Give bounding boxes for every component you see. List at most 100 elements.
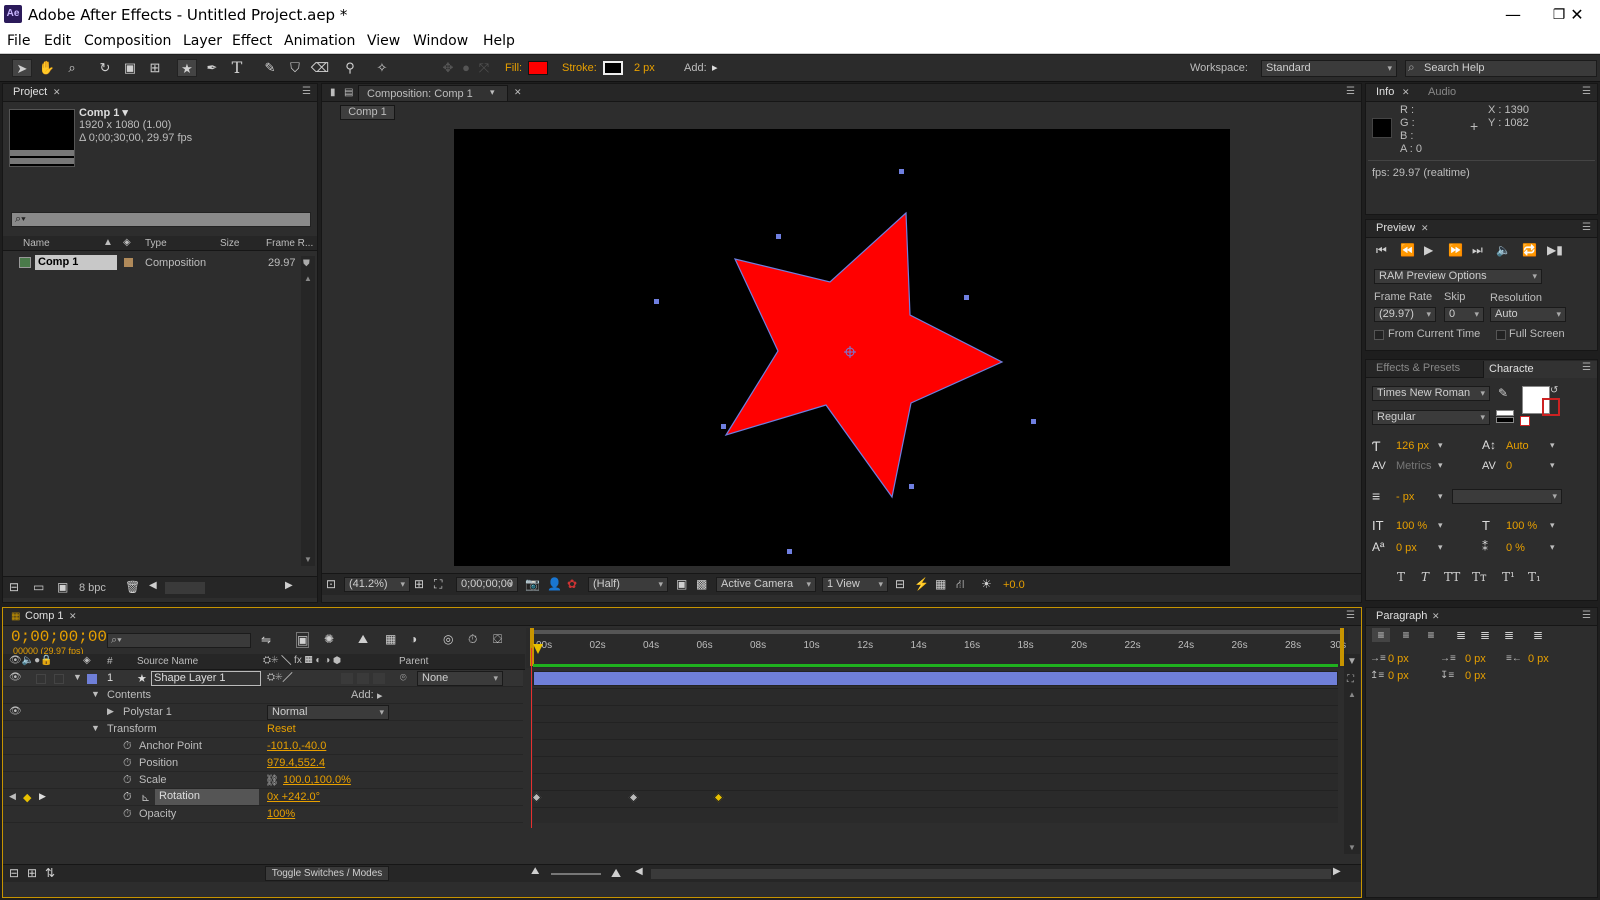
view-layout-dropdown[interactable]: 1 View <box>822 577 888 592</box>
chevron-down-icon[interactable]: ▾ <box>1550 440 1555 451</box>
justify-last-left-icon[interactable]: ≣ <box>1452 628 1470 642</box>
comp-name[interactable]: Comp 1 ▾ <box>79 106 128 119</box>
indent-left-value[interactable]: 0 px <box>1388 653 1409 665</box>
reset-exposure-icon[interactable]: ☀ <box>981 577 992 591</box>
col-name[interactable]: Name <box>23 238 50 249</box>
tsume-value[interactable]: 0 % <box>1506 542 1525 554</box>
scroll-right-icon[interactable]: ▶ <box>285 580 293 591</box>
faux-italic-button[interactable]: T <box>1421 570 1429 584</box>
type-icon[interactable]: T <box>227 59 247 77</box>
vertex-handle[interactable] <box>1031 419 1036 424</box>
keyframe-diamond[interactable] <box>714 792 724 803</box>
layer-row[interactable]: 👁 ▼ 1 ★ Shape Layer 1 ⛭✳╱ ⌾ None <box>3 670 523 687</box>
vertex-handle[interactable] <box>899 169 904 174</box>
last-frame-icon[interactable]: ⏭ <box>1472 243 1483 258</box>
menu-window[interactable]: Window <box>413 33 468 49</box>
stopwatch-icon[interactable]: ⏱ <box>123 757 132 770</box>
tracking-value[interactable]: 0 <box>1506 460 1512 472</box>
eye-icon[interactable]: 👁 <box>9 672 22 683</box>
project-scrollbar[interactable]: ⛊ ▲ ▼ <box>301 256 315 566</box>
bpc-label[interactable]: 8 bpc <box>79 582 106 594</box>
play-icon[interactable]: ▶ <box>1424 243 1433 257</box>
motion-blur-icon[interactable]: ◑ <box>410 632 417 646</box>
horizontal-scale-value[interactable]: 100 % <box>1506 520 1537 532</box>
eye-icon[interactable]: 👁 <box>9 706 22 717</box>
selection-icon[interactable]: ➤ <box>12 59 32 77</box>
table-row[interactable]: Comp 1 Composition 29.97 <box>3 254 303 271</box>
fast-previews-icon[interactable]: ⚡ <box>914 577 929 591</box>
timeline-scrollbar[interactable]: ▼ ⛶ ▲ ▼ <box>1344 654 1360 854</box>
property-name-selected[interactable]: Rotation <box>155 789 259 805</box>
constrain-proportions-icon[interactable]: ⛓ <box>265 774 279 787</box>
ram-preview-options-dropdown[interactable]: RAM Preview Options <box>1374 269 1542 284</box>
panel-menu-icon[interactable]: ☰ <box>1346 610 1355 621</box>
subscript-button[interactable]: T₁ <box>1528 570 1541 584</box>
panel-menu-icon[interactable]: ☰ <box>1582 86 1591 97</box>
hide-shy-layers-icon[interactable]: ⛰ <box>358 632 368 647</box>
tab-character[interactable]: Characte <box>1483 361 1597 378</box>
zoom-in-icon[interactable]: ⛰ <box>611 866 621 881</box>
close-tab-icon[interactable]: ✕ <box>514 87 522 98</box>
auto-keyframe-icon[interactable]: ⛋ <box>493 632 502 647</box>
panel-menu-icon[interactable]: ☰ <box>1582 362 1591 373</box>
vertex-handle[interactable] <box>787 549 792 554</box>
expand-transfer-controls-icon[interactable]: ⊞ <box>27 866 37 880</box>
next-keyframe-icon[interactable]: ▶ <box>39 791 46 802</box>
tab-paragraph[interactable]: Paragraph <box>1376 610 1427 622</box>
chevron-down-icon[interactable]: ▾ <box>1550 460 1555 471</box>
menu-edit[interactable]: Edit <box>44 33 71 49</box>
always-preview-icon[interactable]: ⊡ <box>326 577 336 591</box>
menu-help[interactable]: Help <box>483 33 515 49</box>
playhead-line[interactable] <box>531 648 532 828</box>
comp-button-icon[interactable]: ⛶ <box>1347 674 1354 685</box>
tab-audio[interactable]: Audio <box>1428 86 1456 98</box>
horizontal-scrollbar[interactable] <box>165 582 205 594</box>
tab-info[interactable]: Info <box>1376 86 1394 98</box>
item-name[interactable]: Comp 1 <box>35 255 117 270</box>
brush-icon[interactable]: ✎ <box>260 59 280 77</box>
comp-viewer[interactable] <box>454 129 1230 566</box>
tab-composition[interactable]: Composition: Comp 1 ▾ <box>358 85 508 101</box>
zoom-icon[interactable]: ⌕ <box>62 59 82 77</box>
star-shape-icon[interactable]: ★ <box>177 59 197 77</box>
property-value[interactable]: -101.0,-40.0 <box>267 740 326 752</box>
add-menu-icon[interactable]: ▸ <box>377 689 383 702</box>
layer-switches-icons[interactable]: ⛭✳╱ <box>267 672 293 683</box>
from-current-time-checkbox[interactable] <box>1374 330 1384 340</box>
add-menu-icon[interactable]: ▸ <box>712 61 718 74</box>
eyedropper-icon[interactable]: ✎ <box>1498 386 1508 400</box>
hand-icon[interactable]: ✋ <box>37 59 57 77</box>
safe-zones-icon[interactable]: ⊞ <box>414 577 424 591</box>
polystar-label[interactable]: Polystar 1 <box>123 706 172 718</box>
scroll-right-icon[interactable]: ▶ <box>1333 866 1341 877</box>
playhead-handle[interactable] <box>533 644 543 654</box>
stroke-color-swatch[interactable] <box>1542 398 1560 416</box>
space-after-value[interactable]: 0 px <box>1465 670 1486 682</box>
close-icon[interactable]: ✕ <box>1554 3 1600 27</box>
add-keyframe-icon[interactable]: ◆ <box>23 791 31 804</box>
chevron-down-icon[interactable]: ▾ <box>1438 542 1443 553</box>
transparency-grid-icon[interactable]: ▩ <box>696 577 707 591</box>
menu-effect[interactable]: Effect <box>232 33 272 49</box>
snapshot-camera-icon[interactable]: 📷 <box>525 577 540 591</box>
parent-dropdown[interactable]: None <box>417 671 503 686</box>
property-value[interactable]: 100% <box>267 808 295 820</box>
faux-bold-button[interactable]: T <box>1397 570 1405 584</box>
sort-icon[interactable]: ▲ <box>103 237 113 248</box>
project-search-input[interactable]: ⌕▾ <box>11 212 311 227</box>
preview-frame-rate-dropdown[interactable]: (29.97) <box>1374 307 1436 322</box>
label-tag-icon[interactable]: ◈ <box>123 237 131 248</box>
new-folder-icon[interactable]: ▭ <box>33 580 44 594</box>
vertex-handle[interactable] <box>776 234 781 239</box>
timeline-horizontal-scrollbar[interactable] <box>651 869 1331 879</box>
vertex-handle[interactable] <box>964 295 969 300</box>
stopwatch-icon[interactable]: ⏱ <box>123 774 132 787</box>
expand-icon[interactable]: ▶ <box>107 706 114 717</box>
ram-preview-icon[interactable]: ▶▮ <box>1547 243 1563 257</box>
blend-mode-dropdown[interactable]: Normal <box>267 705 389 720</box>
property-row[interactable]: ⏱ Anchor Point -101.0,-40.0 <box>3 738 523 755</box>
fill-swatch[interactable] <box>528 61 548 75</box>
property-row[interactable]: ⏱ Opacity 100% <box>3 806 523 823</box>
keyframe-diamond[interactable] <box>628 792 639 803</box>
full-screen-checkbox[interactable] <box>1496 330 1506 340</box>
